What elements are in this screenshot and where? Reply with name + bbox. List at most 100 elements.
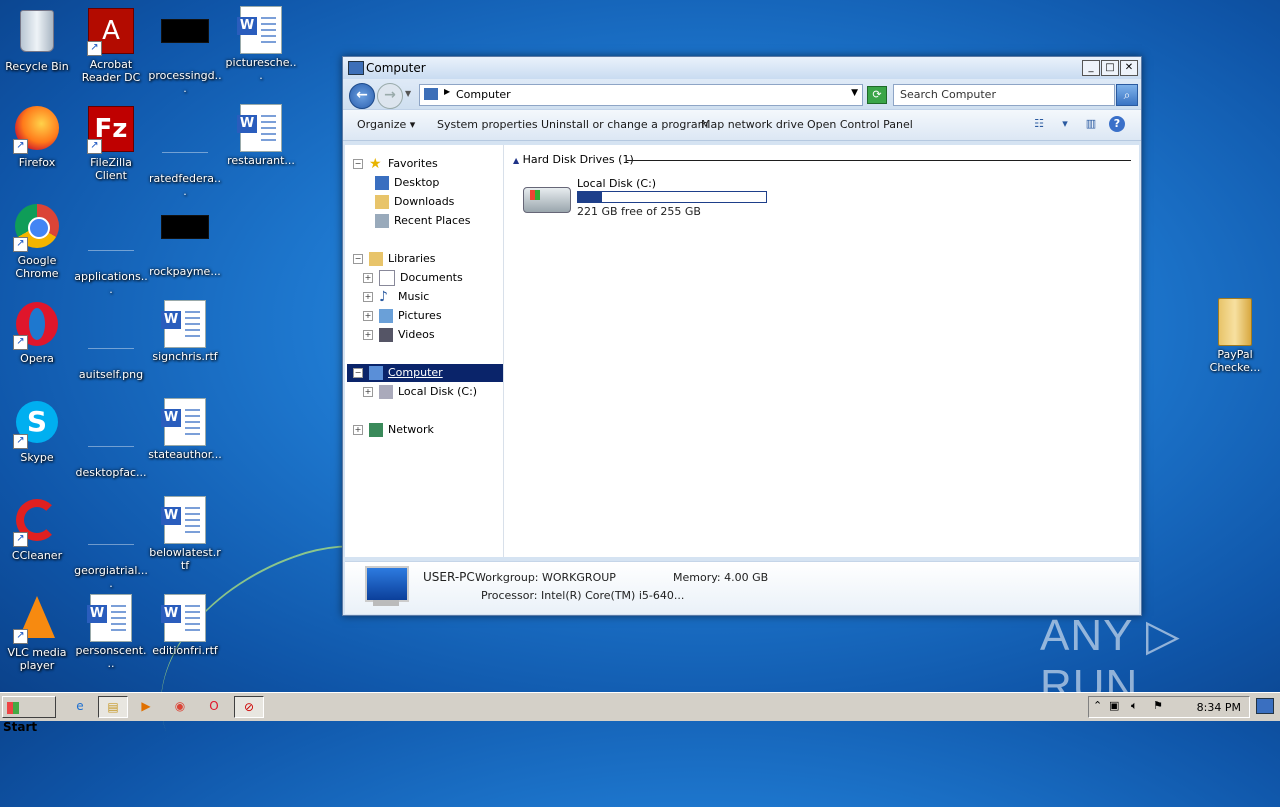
chrome-taskbar-icon[interactable]: ◉: [166, 696, 194, 716]
desktop-icon-file-belowlatest[interactable]: W belowlatest.rtf: [148, 496, 222, 572]
search-input[interactable]: Search Computer: [900, 88, 996, 101]
organize-button[interactable]: Organize ▾: [357, 118, 415, 131]
forward-button[interactable]: →: [377, 83, 403, 109]
expand-icon[interactable]: +: [363, 387, 373, 397]
explorer-taskbar-icon[interactable]: ▤: [98, 696, 128, 718]
search-icon[interactable]: ⌕: [1116, 84, 1138, 106]
desktop-icon-file-editionfri[interactable]: W editionfri.rtf: [148, 594, 222, 657]
change-view-icon[interactable]: ☷: [1031, 116, 1047, 132]
expand-icon[interactable]: +: [353, 425, 363, 435]
system-tray: ⌃ ▣ 🔈︎ ⚑ 8:34 PM: [1088, 696, 1250, 718]
desktop-icon-file-stateauthor[interactable]: W stateauthor...: [148, 398, 222, 461]
desktop-icon-paypal-folder[interactable]: PayPal Checke...: [1198, 298, 1272, 374]
word-document-icon: W: [161, 300, 209, 348]
nav-music[interactable]: + ♪ Music: [363, 288, 429, 306]
expand-icon[interactable]: +: [363, 330, 373, 340]
open-control-panel-button[interactable]: Open Control Panel: [807, 118, 913, 131]
desktop-icon-file-signchris[interactable]: W signchris.rtf: [148, 300, 222, 363]
action-center-flag-icon[interactable]: ⚑: [1153, 699, 1163, 712]
preview-pane-icon[interactable]: ▥: [1083, 116, 1099, 132]
show-desktop-button[interactable]: [1256, 698, 1274, 714]
nav-local-disk[interactable]: + Local Disk (C:): [363, 383, 477, 401]
desktop-icon-file-personscent[interactable]: W personscent...: [74, 594, 148, 670]
network-tray-icon[interactable]: ▣: [1109, 699, 1119, 712]
blank-file-icon: [87, 514, 135, 562]
command-bar: Organize ▾ System properties Uninstall o…: [343, 109, 1141, 141]
breadcrumb-computer[interactable]: Computer: [456, 88, 511, 101]
desktop-icon-recycle-bin[interactable]: Recycle Bin: [0, 6, 74, 73]
collapse-group-icon[interactable]: ▲: [513, 156, 519, 165]
search-box[interactable]: Search Computer ⌕: [893, 84, 1138, 106]
desktop-icon-file-desktopfac[interactable]: desktopfac...: [74, 398, 148, 479]
view-dropdown-icon[interactable]: ▾: [1057, 116, 1073, 132]
group-header-hard-disk-drives[interactable]: ▲ Hard Disk Drives (1): [513, 153, 1131, 166]
expand-icon[interactable]: +: [363, 273, 373, 283]
desktop-icon-ccleaner[interactable]: ↗ CCleaner: [0, 496, 74, 562]
maximize-button[interactable]: □: [1101, 60, 1119, 76]
window-title: Computer: [366, 61, 426, 75]
nav-pictures[interactable]: + Pictures: [363, 307, 442, 325]
desktop-icon-chrome[interactable]: ↗ Google Chrome: [0, 202, 74, 280]
memory: Memory: 4.00 GB: [673, 571, 769, 584]
desktop-icon-opera[interactable]: ↗ Opera: [0, 300, 74, 365]
desktop-icon-vlc[interactable]: ↗ VLC media player: [0, 594, 74, 672]
details-pane: USER-PC Workgroup: WORKGROUP Memory: 4.0…: [345, 561, 1139, 614]
uninstall-program-button[interactable]: Uninstall or change a program: [541, 118, 708, 131]
expand-icon[interactable]: +: [363, 311, 373, 321]
word-document-icon: W: [87, 594, 135, 642]
help-icon[interactable]: ?: [1109, 116, 1125, 132]
nav-libraries[interactable]: − Libraries: [353, 250, 436, 268]
desktop-icon-firefox[interactable]: ↗ Firefox: [0, 104, 74, 169]
internet-explorer-taskbar-icon[interactable]: e: [66, 696, 94, 716]
start-button[interactable]: Start: [2, 696, 56, 734]
refresh-button[interactable]: ⟳: [867, 86, 887, 104]
collapse-icon[interactable]: −: [353, 159, 363, 169]
clock[interactable]: 8:34 PM: [1197, 701, 1241, 714]
nav-network[interactable]: + Network: [353, 421, 434, 439]
collapse-icon[interactable]: −: [353, 254, 363, 264]
desktop-icon-file-processingd[interactable]: processingd...: [148, 6, 222, 95]
nav-computer[interactable]: − Computer: [347, 364, 503, 382]
volume-icon[interactable]: 🔈︎: [1131, 699, 1138, 713]
back-button[interactable]: ←: [349, 83, 375, 109]
nav-recent-places[interactable]: Recent Places: [375, 212, 471, 230]
nav-favorites[interactable]: − ★ Favorites: [353, 155, 438, 173]
collapse-icon[interactable]: −: [353, 368, 363, 378]
nav-downloads[interactable]: Downloads: [375, 193, 454, 211]
app-taskbar-icon[interactable]: ⊘: [234, 696, 264, 718]
address-bar[interactable]: ▶ Computer ▼: [419, 84, 863, 106]
nav-desktop[interactable]: Desktop: [375, 174, 439, 192]
desktop-icon-acrobat[interactable]: A ↗ Acrobat Reader DC: [74, 6, 148, 84]
desktop-icon-filezilla[interactable]: Fz ↗ FileZilla Client: [74, 104, 148, 182]
system-properties-button[interactable]: System properties: [437, 118, 538, 131]
recent-pages-dropdown[interactable]: ▼: [405, 89, 411, 98]
drive-item-local-disk[interactable]: Local Disk (C:) 221 GB free of 255 GB: [523, 177, 773, 219]
expand-icon[interactable]: +: [363, 292, 373, 302]
close-button[interactable]: ✕: [1120, 60, 1138, 76]
desktop-icon-skype[interactable]: S ↗ Skype: [0, 398, 74, 464]
drive-name: Local Disk (C:): [577, 177, 657, 190]
desktop-icon-file-applications[interactable]: applications...: [74, 202, 148, 296]
desktop-icon-file-auitself[interactable]: auitself.png: [74, 300, 148, 381]
map-network-drive-button[interactable]: Map network drive: [701, 118, 804, 131]
desktop-icon-file-picturesche[interactable]: W picturesche...: [224, 6, 298, 82]
blank-file-icon: [87, 318, 135, 366]
word-document-icon: W: [237, 6, 285, 54]
desktop-icon-file-rockpayme[interactable]: rockpayme...: [148, 202, 222, 278]
address-dropdown-icon[interactable]: ▼: [851, 88, 858, 98]
media-player-taskbar-icon[interactable]: ▶: [132, 696, 160, 716]
computer-monitor-icon: [365, 566, 409, 602]
drive-usage-fill: [578, 192, 603, 202]
minimize-button[interactable]: _: [1082, 60, 1100, 76]
desktop-icon-file-restaurant[interactable]: W restaurant...: [224, 104, 298, 167]
window-titlebar[interactable]: Computer _ □ ✕: [343, 57, 1141, 79]
breadcrumb-arrow-icon[interactable]: ▶: [444, 87, 450, 96]
documents-icon: [379, 270, 395, 286]
show-hidden-icons-icon[interactable]: ⌃: [1093, 699, 1102, 712]
opera-taskbar-icon[interactable]: O: [200, 696, 228, 716]
nav-videos[interactable]: + Videos: [363, 326, 435, 344]
desktop-icon-file-georgiatrial[interactable]: georgiatrial....: [74, 496, 148, 590]
desktop-icon-file-ratedfedera[interactable]: ratedfedera...: [148, 104, 222, 198]
computer-base-icon: [373, 600, 399, 606]
nav-documents[interactable]: + Documents: [363, 269, 463, 287]
